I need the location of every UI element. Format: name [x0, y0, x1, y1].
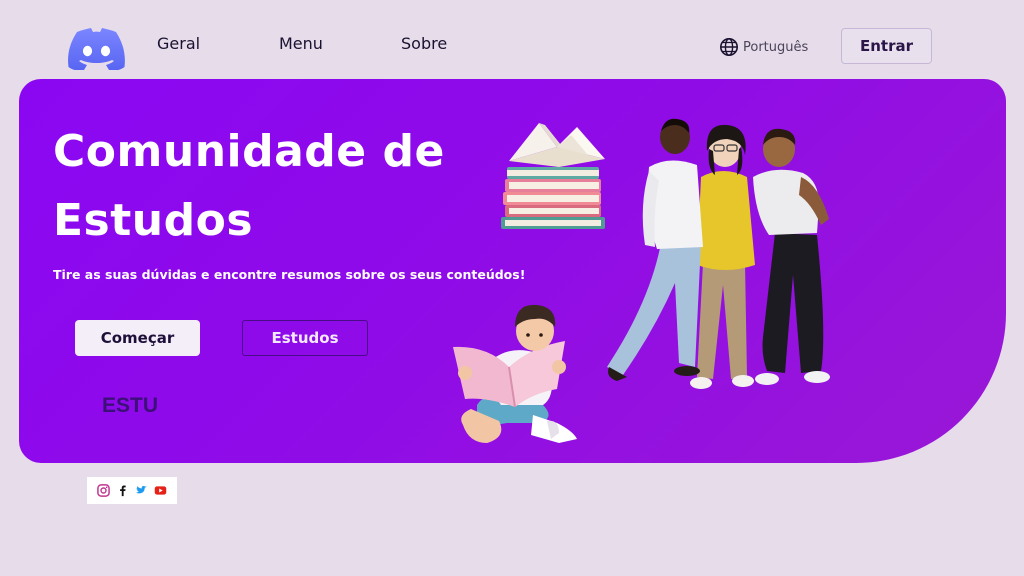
discord-logo-icon[interactable]: [68, 28, 125, 71]
language-selector[interactable]: Português: [719, 37, 808, 57]
social-links: [87, 477, 177, 504]
hero-title: Comunidade de Estudos: [53, 126, 445, 246]
twitter-icon[interactable]: [135, 484, 148, 497]
nav-sobre[interactable]: Sobre: [401, 34, 447, 53]
placeholder-text: ESTU: [102, 394, 159, 417]
students-group-illustration: [607, 118, 830, 389]
nav-geral[interactable]: Geral: [157, 34, 200, 53]
instagram-icon[interactable]: [97, 484, 110, 497]
nav-menu[interactable]: Menu: [279, 34, 323, 53]
youtube-icon[interactable]: [154, 484, 167, 497]
books-illustration: [501, 123, 605, 229]
hero-subtitle: Tire as suas dúvidas e encontre resumos …: [53, 267, 526, 282]
language-label: Português: [743, 39, 809, 55]
start-button[interactable]: Começar: [75, 320, 200, 356]
facebook-icon[interactable]: [116, 484, 129, 497]
studies-button[interactable]: Estudos: [242, 320, 368, 356]
boy-reading-illustration: [453, 304, 577, 443]
globe-icon: [720, 38, 738, 56]
hero-banner: Comunidade de Estudos Tire as suas dúvid…: [19, 79, 1006, 463]
login-button[interactable]: Entrar: [841, 28, 932, 64]
